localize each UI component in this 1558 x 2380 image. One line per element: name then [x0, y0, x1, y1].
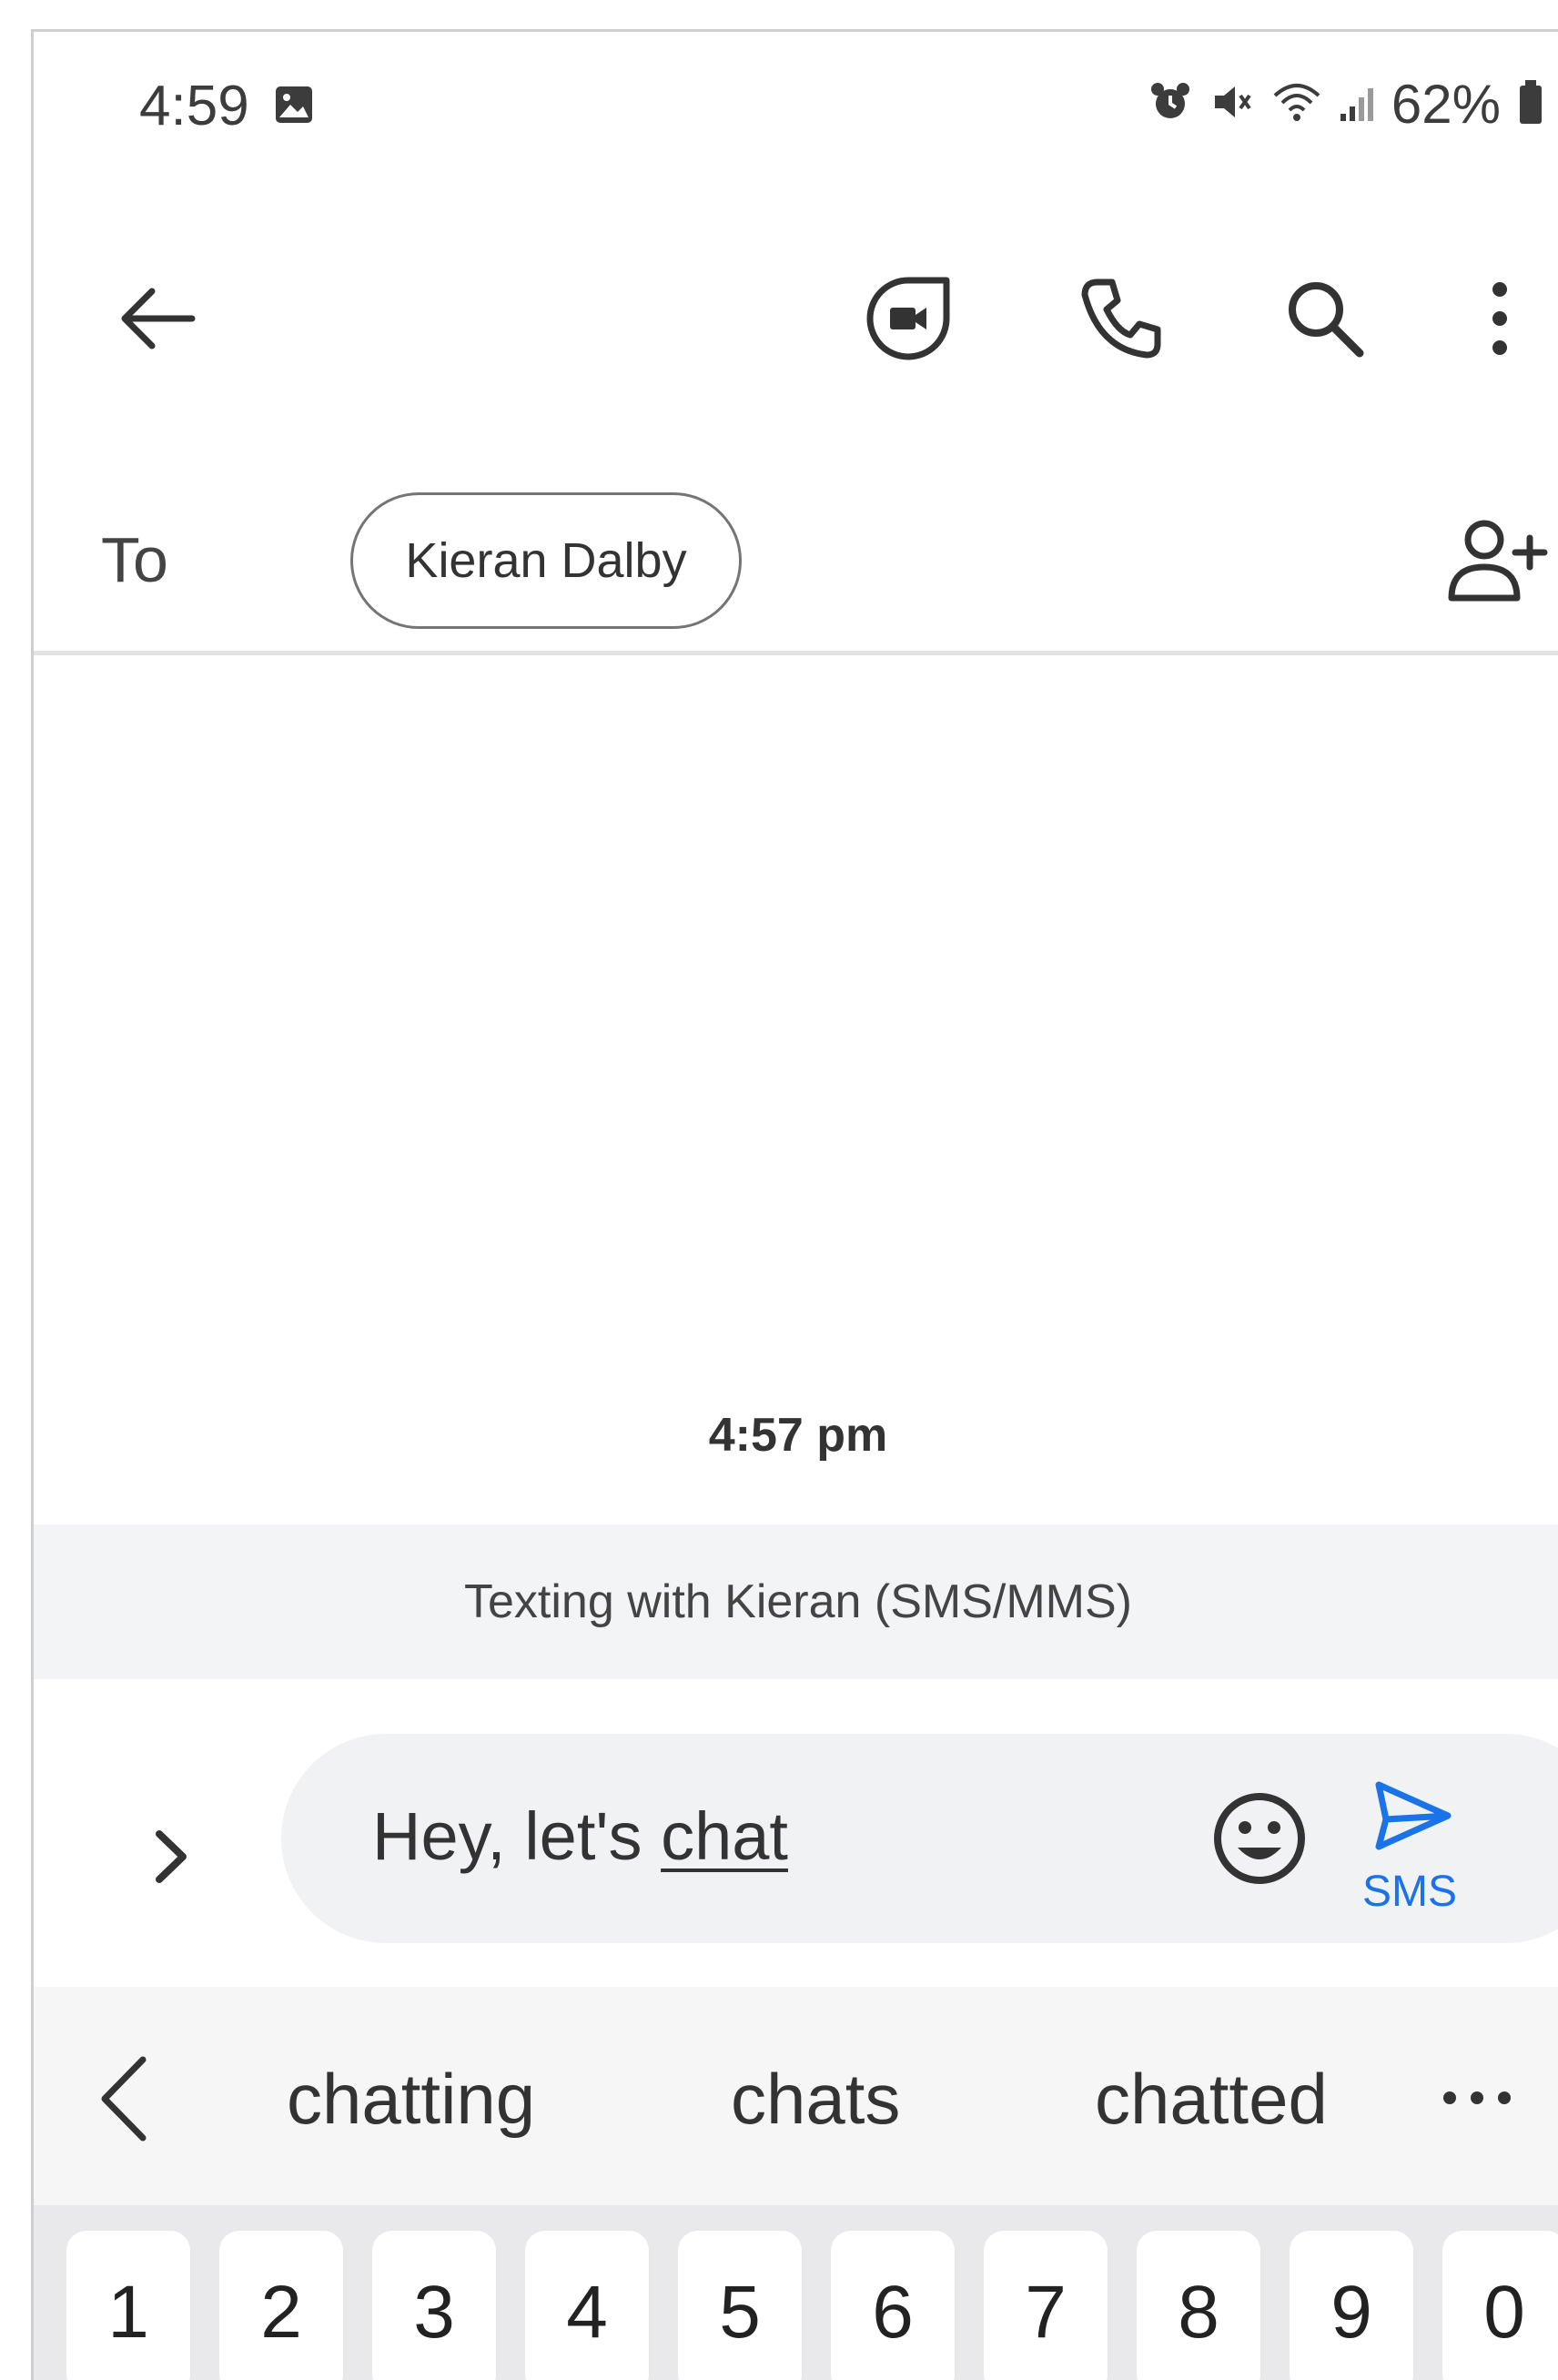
key-6[interactable]: 6 — [831, 2231, 955, 2380]
more-horiz-icon[interactable] — [1432, 2071, 1532, 2125]
emoji-icon[interactable] — [1205, 1784, 1314, 1893]
back-arrow-icon[interactable] — [106, 268, 207, 369]
battery-percent: 62% — [1391, 73, 1501, 135]
alarm-icon — [1148, 79, 1193, 129]
key-9[interactable]: 9 — [1290, 2231, 1413, 2380]
key-0[interactable]: 0 — [1442, 2231, 1558, 2380]
send-button[interactable]: SMS — [1346, 1765, 1473, 1919]
key-4[interactable]: 4 — [525, 2231, 649, 2380]
suggestion-item[interactable]: chats — [731, 2058, 900, 2141]
send-icon — [1375, 1781, 1452, 1850]
chevron-right-icon[interactable] — [130, 1807, 212, 1907]
app-bar — [34, 241, 1558, 387]
compose-text-prefix: Hey, let's — [372, 1798, 662, 1874]
key-7[interactable]: 7 — [984, 2231, 1108, 2380]
signal-icon — [1339, 79, 1375, 129]
key-1[interactable]: 1 — [66, 2231, 190, 2380]
image-notification-icon — [274, 85, 314, 125]
messaging-mode-banner: Texting with Kieran (SMS/MMS) — [34, 1524, 1558, 1679]
suggestion-strip: chatting chats chatted — [34, 1987, 1558, 2205]
suggestion-item[interactable]: chatted — [1095, 2058, 1328, 2141]
video-call-icon[interactable] — [858, 268, 958, 369]
battery-icon — [1517, 78, 1544, 130]
send-label: SMS — [1361, 1868, 1457, 1916]
message-timestamp: 4:57 pm — [708, 1409, 888, 1462]
wifi-icon — [1271, 79, 1322, 129]
key-2[interactable]: 2 — [219, 2231, 343, 2380]
suggestion-item[interactable]: chatting — [287, 2058, 535, 2141]
phone-screen: 4:59 62% To Kieran Dalby 4:57 pm Texting… — [31, 29, 1558, 2380]
status-bar: 4:59 62% — [34, 32, 1558, 177]
recipient-row: To Kieran Dalby — [34, 460, 1558, 655]
more-vert-icon[interactable] — [1450, 268, 1550, 369]
recipient-chip[interactable]: Kieran Dalby — [350, 492, 742, 629]
mute-icon — [1209, 79, 1255, 129]
phone-icon[interactable] — [1071, 268, 1171, 369]
add-person-icon[interactable] — [1444, 511, 1553, 611]
status-icons: 62% — [1148, 72, 1544, 136]
chevron-left-icon[interactable] — [92, 2049, 174, 2149]
search-icon[interactable] — [1275, 268, 1375, 369]
status-time: 4:59 — [139, 75, 249, 137]
compose-field[interactable]: Hey, let's chat SMS — [281, 1734, 1558, 1943]
key-8[interactable]: 8 — [1137, 2231, 1260, 2380]
compose-text-current-word: chat — [661, 1798, 788, 1874]
key-3[interactable]: 3 — [372, 2231, 496, 2380]
key-5[interactable]: 5 — [678, 2231, 802, 2380]
to-label: To — [101, 524, 168, 595]
keyboard: 1 2 3 4 5 6 7 8 9 0 — [34, 2205, 1558, 2380]
compose-text[interactable]: Hey, let's chat — [372, 1798, 788, 1875]
